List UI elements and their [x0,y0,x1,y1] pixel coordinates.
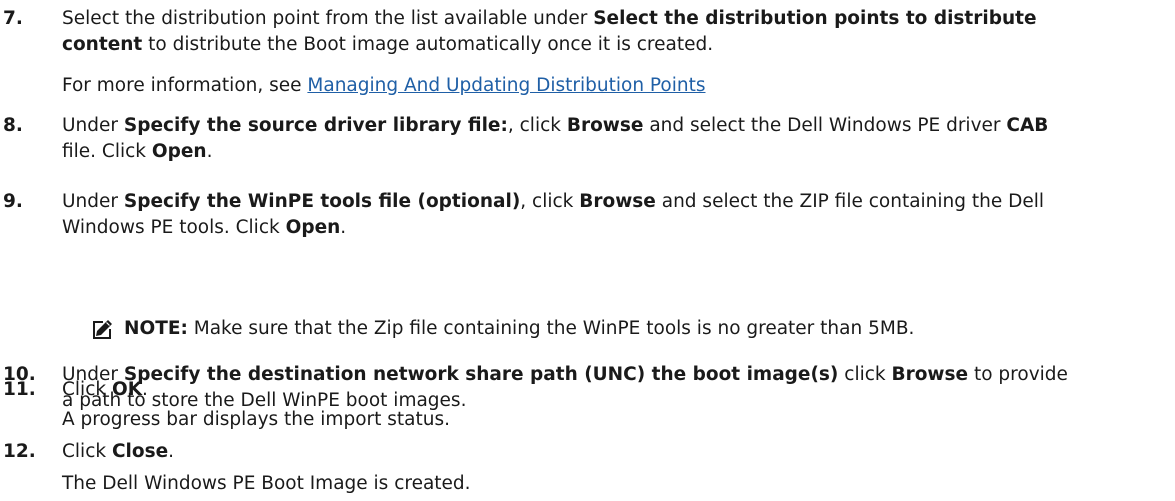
step-text: Click OK. [62,377,1165,403]
bold-run: Browse [579,191,656,212]
step-number: 8. [3,115,23,136]
bold-run: Specify the source driver library file: [123,115,508,136]
step-line: Click Close. [62,439,1165,465]
step-line: Select the distribution point from the l… [62,6,1165,32]
step-number: 11. [3,379,36,400]
bold-run: Open [151,141,207,162]
text-run: Click [62,441,112,462]
pencil-note-icon [93,320,112,339]
text-run: , click [520,191,580,212]
step-line: Under Specify the source driver library … [62,113,1165,139]
text-run: Select the distribution point from the l… [62,8,594,29]
step-number: 9. [3,191,23,212]
text-run: . [340,217,347,238]
bold-run: content [62,34,143,55]
note-label: NOTE: [124,318,188,339]
bold-run: Open [285,217,341,238]
step-text: Select the distribution point from the l… [62,6,1165,58]
step-result: A progress bar displays the import statu… [62,409,450,430]
document-page: 7. Select the distribution point from th… [0,0,1175,501]
text-run: Under [62,191,124,212]
text-run: Under [62,115,124,136]
bold-run: Close [111,441,169,462]
text-run: to distribute the Boot image automatical… [142,34,714,55]
step-text: Click Close. [62,439,1165,465]
text-run: and select the ZIP file containing the D… [655,191,1045,212]
more-info-prefix: For more information, see [62,75,308,96]
text-run: . [206,141,213,162]
step-number: 12. [3,441,36,462]
step-number: 7. [3,8,23,29]
step-result: The Dell Windows PE Boot Image is create… [62,473,471,494]
more-info-line: For more information, see Managing And U… [62,73,706,99]
step-line: Windows PE tools. Click Open. [62,215,1165,241]
step-line: file. Click Open. [62,139,1165,165]
bold-run: Browse [566,115,644,136]
text-run: file. Click [62,141,152,162]
step-line: content to distribute the Boot image aut… [62,32,1165,58]
step-text: Under Specify the WinPE tools file (opti… [62,189,1165,241]
text-run: Click [62,379,112,400]
bold-run: CAB [1006,115,1049,136]
bold-run: Specify the WinPE tools file (optional) [123,191,521,212]
step-line: Under Specify the WinPE tools file (opti… [62,189,1165,215]
text-run: , click [507,115,567,136]
step-text: Under Specify the source driver library … [62,113,1165,165]
text-run: . [168,441,175,462]
note-body: Make sure that the Zip file containing t… [187,318,915,339]
bold-run: OK [111,379,143,400]
distribution-points-link[interactable]: Managing And Updating Distribution Point… [307,75,705,96]
text-run: . [142,379,148,400]
bold-run: Select the distribution points to distri… [593,8,1037,29]
step-line: Click OK. [62,377,1165,403]
note-text: NOTE: Make sure that the Zip file contai… [124,316,914,342]
text-run: Windows PE tools. Click [62,217,286,238]
text-run: and select the Dell Windows PE driver [643,115,1007,136]
